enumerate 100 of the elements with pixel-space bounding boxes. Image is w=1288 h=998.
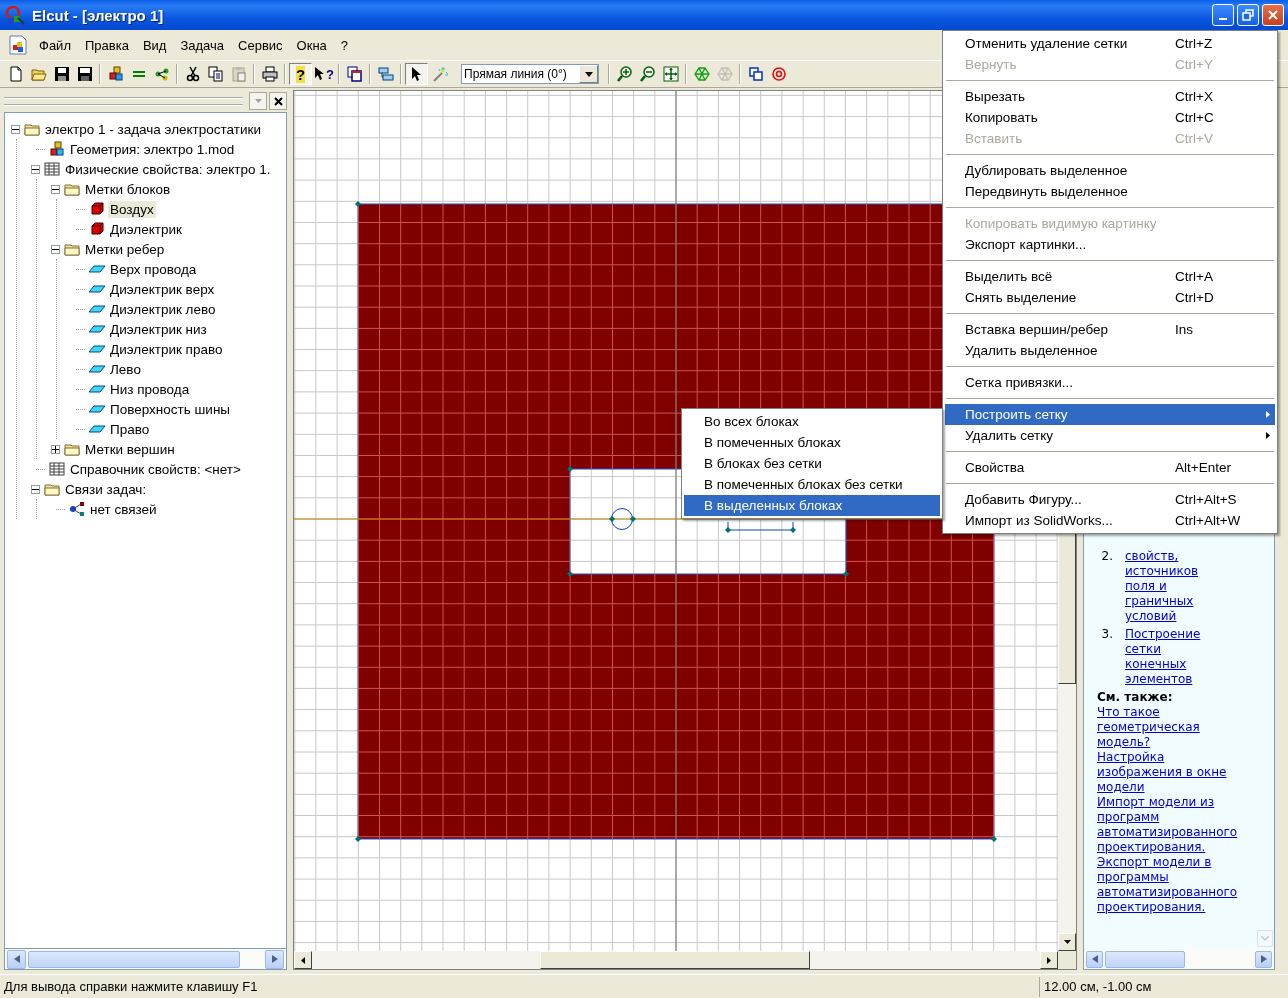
submenu-arrow-icon (1266, 432, 1270, 439)
collapse-icon[interactable] (11, 124, 20, 134)
menu-item[interactable]: Добавить Фигуру... Ctrl+Alt+S (945, 489, 1275, 510)
minimize-button[interactable] (1212, 4, 1234, 26)
tree-item[interactable]: Метки блоков (83, 180, 173, 198)
tree-item[interactable]: Диэлектрик (108, 220, 184, 238)
menu-item[interactable]: Экспорт картинки... (945, 234, 1275, 255)
menu-item[interactable]: Сетка привязки... (945, 372, 1275, 393)
network-icon (69, 501, 85, 517)
help-button[interactable]: ? (289, 63, 312, 85)
menu-item[interactable]: Передвинуть выделенное (945, 181, 1275, 202)
menu-item[interactable]: Дублировать выделенное (945, 160, 1275, 181)
menu-item[interactable]: Копировать Ctrl+C (945, 107, 1275, 128)
vertex-point[interactable] (609, 516, 615, 522)
down-arrow-icon (1063, 940, 1071, 944)
edge-line[interactable] (727, 521, 794, 531)
tree-item[interactable]: Верх провода (108, 260, 199, 278)
tree-item[interactable]: Метки вершин (83, 440, 177, 458)
vertex-point[interactable] (355, 201, 361, 207)
help-link[interactable]: Экспорт модели в программы автоматизированного проектирования. (1097, 855, 1253, 915)
left-arrow-icon (13, 955, 20, 963)
tree-item[interactable]: Воздух (108, 200, 156, 218)
table-icon (49, 461, 65, 477)
horizontal-scrollbar[interactable] (4, 949, 287, 970)
menu-item[interactable]: Свойства Alt+Enter (945, 457, 1275, 478)
mesh-icon (693, 66, 710, 82)
help-link[interactable]: Настройка изображения в окне модели (1097, 750, 1253, 795)
tree-item[interactable]: Низ провода (108, 380, 192, 398)
panel-gripper[interactable] (4, 96, 243, 106)
menu-item[interactable]: Выделить всё Ctrl+A (945, 266, 1275, 287)
collapse-icon[interactable] (51, 184, 60, 194)
tree-item[interactable]: Лево (108, 360, 143, 378)
mesh-icon (716, 66, 733, 82)
vertex-point[interactable] (725, 527, 731, 533)
copy-icon (207, 66, 224, 82)
menu-item[interactable]: В помеченных блоках без сетки (684, 474, 940, 495)
cube-icon (89, 221, 105, 237)
close-button[interactable] (269, 92, 287, 110)
horizontal-scrollbar[interactable] (294, 951, 1058, 969)
menu-item[interactable]: В блоках без сетки (684, 453, 940, 474)
fit-icon (662, 66, 679, 82)
vertex-point[interactable] (355, 836, 361, 842)
tree-item[interactable]: Справочник свойств: <нет> (68, 460, 243, 478)
menu-item[interactable]: Отменить удаление сетки Ctrl+Z (945, 33, 1275, 54)
help-link[interactable]: Импорт модели из программ автоматизированного проектирования. (1097, 795, 1253, 855)
tree-item[interactable]: Диэлектрик верх (108, 280, 217, 298)
tree-item[interactable]: Физические свойства: электро 1. (63, 160, 273, 178)
document-icon (8, 35, 28, 55)
menu-item[interactable]: Вставка вершин/ребер Ins (945, 319, 1275, 340)
close-icon (1267, 9, 1279, 21)
wire-circle[interactable] (611, 508, 633, 530)
context-help-button[interactable]: ? (312, 63, 335, 85)
menu-item[interactable]: Вырезать Ctrl+X (945, 86, 1275, 107)
vertex-point[interactable] (567, 466, 573, 472)
menu-item[interactable]: Построить сетку (945, 404, 1275, 425)
menu-item[interactable]: Вид (135, 35, 174, 55)
collapse-icon[interactable] (31, 164, 40, 174)
menu-item[interactable]: Удалить сетку (945, 425, 1275, 446)
help-link[interactable]: свойств, источников поля и граничных условий (1125, 549, 1221, 624)
select-button[interactable] (405, 63, 428, 85)
menu-item[interactable]: Импорт из SolidWorks... Ctrl+Alt+W (945, 510, 1275, 531)
menu-item[interactable]: ? (333, 35, 356, 55)
collapse-icon[interactable] (31, 484, 40, 494)
vertex-point[interactable] (790, 527, 796, 533)
panels-icon (377, 66, 394, 82)
tree-item[interactable]: Право (108, 420, 152, 438)
menu-item[interactable]: Файл (32, 35, 78, 55)
tree-item[interactable]: Геометрия: электро 1.mod (68, 140, 237, 158)
menu-item[interactable]: Правка (77, 35, 136, 55)
vertex-point[interactable] (567, 571, 573, 577)
help-link[interactable]: Что такое геометрическая модель? (1097, 705, 1253, 750)
help-link[interactable]: Построение сетки конечных элементов (1125, 627, 1221, 687)
menu-item[interactable]: Удалить выделенное (945, 340, 1275, 361)
tree-item[interactable]: Поверхность шины (108, 400, 233, 418)
line-type-dropdown[interactable]: Прямая линия (0°) (461, 64, 599, 84)
tree-item[interactable]: Метки ребер (83, 240, 167, 258)
tree-item[interactable]: электро 1 - задача электростатики (43, 120, 263, 138)
vertex-point[interactable] (843, 571, 849, 577)
squares-icon (747, 66, 764, 82)
menu-item[interactable]: Окна (289, 35, 334, 55)
menu-item[interactable]: Снять выделение Ctrl+D (945, 287, 1275, 308)
tree-item[interactable]: нет связей (88, 500, 159, 518)
menu-item[interactable]: В выделенных блоках (684, 495, 940, 516)
horizontal-scrollbar[interactable] (1084, 949, 1274, 969)
zoom-in-icon (616, 66, 633, 82)
menu-item[interactable]: Сервис (231, 35, 290, 55)
menu-item[interactable]: В помеченных блоках (684, 432, 940, 453)
dropdown-arrow-icon (584, 71, 593, 77)
tree-item[interactable]: Диэлектрик право (108, 340, 225, 358)
tree-item[interactable]: Диэлектрик низ (108, 320, 209, 338)
vertex-point[interactable] (991, 836, 997, 842)
tree-item[interactable]: Диэлектрик лево (108, 300, 218, 318)
expand-icon[interactable] (51, 444, 60, 454)
menu-item[interactable]: Во всех блоках (684, 411, 940, 432)
collapse-icon[interactable] (51, 244, 60, 254)
submenu-arrow-icon (1266, 411, 1270, 418)
vertex-point[interactable] (630, 516, 636, 522)
menu-item[interactable]: Задача (173, 35, 232, 55)
maximize-button[interactable] (1237, 4, 1259, 26)
tree-item[interactable]: Связи задач: (63, 480, 149, 498)
